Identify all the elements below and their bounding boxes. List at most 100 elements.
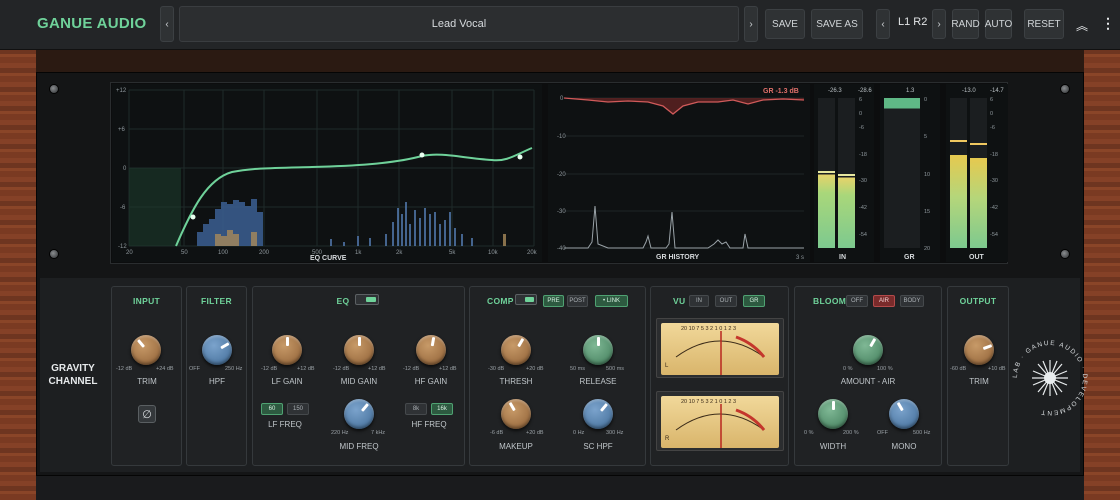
thresh-knob[interactable]	[501, 335, 531, 365]
gr-y-label: -20	[557, 172, 566, 178]
mid-gain-label: MID GAIN	[340, 377, 378, 386]
makeup-knob[interactable]	[501, 399, 531, 429]
vu-section: VU IN OUT GR 20 10 7 5 3 2 1 0 1 2 3 L 2…	[650, 286, 789, 466]
hf-freq-16k-button[interactable]: 16k	[431, 403, 453, 415]
eq-x-label: 2k	[396, 250, 403, 256]
comp-post-button[interactable]: POST	[567, 295, 588, 307]
hf-freq-label: HF FREQ	[411, 420, 447, 429]
out-scale-label: -30	[990, 178, 998, 184]
range-min: -30 dB	[488, 366, 505, 372]
release-knob[interactable]	[583, 335, 613, 365]
hf-gain-knob[interactable]	[416, 335, 446, 365]
gr-x-end-label: 3 s	[796, 255, 804, 261]
range-min: 0 %	[804, 430, 814, 436]
wood-side-right	[1084, 50, 1120, 500]
eq-y-label: +6	[118, 127, 126, 133]
range-max: 100 %	[877, 366, 893, 372]
mono-knob[interactable]	[889, 399, 919, 429]
range-max: +10 dB	[988, 366, 1006, 372]
range-min: -60 dB	[950, 366, 967, 372]
slot-next-button[interactable]: ›	[932, 9, 946, 39]
bloom-amount-knob[interactable]	[853, 335, 883, 365]
save-as-button[interactable]: SAVE AS	[811, 9, 863, 39]
rack-screw	[1060, 249, 1070, 259]
menu-icon[interactable]: ⋮	[1101, 15, 1115, 32]
slot-prev-button[interactable]: ‹	[876, 9, 890, 39]
bloom-body-button[interactable]: BODY	[900, 295, 924, 307]
bloom-amount-label: AMOUNT - AIR	[840, 377, 896, 386]
mono-label: MONO	[891, 442, 917, 451]
out-scale-label: -18	[990, 152, 998, 158]
width-knob[interactable]	[818, 399, 848, 429]
eq-curve-display[interactable]: +12 +6 0 -6 -12 20 50 100 200 500 1k 2k …	[112, 84, 542, 262]
range-max: 500 Hz	[913, 430, 931, 436]
makeup-label: MAKEUP	[499, 442, 533, 451]
output-trim-label: TRIM	[969, 377, 989, 386]
bloom-air-button[interactable]: AIR	[873, 295, 895, 307]
vu-out-button[interactable]: OUT	[715, 295, 737, 307]
mid-gain-knob[interactable]	[344, 335, 374, 365]
wood-top-strip	[36, 50, 1084, 72]
bloom-section: BLOOM OFF AIR BODY 0 % 100 % AMOUNT - AI…	[794, 286, 942, 466]
input-trim-knob[interactable]	[131, 335, 161, 365]
reset-button[interactable]: RESET	[1024, 9, 1064, 39]
product-name: GRAVITY CHANNEL	[46, 362, 100, 388]
hf-gain-label: HF GAIN	[414, 377, 448, 386]
brand-badge-logo: LAB · GANUE AUDIO · DEVELOPMENT	[1012, 340, 1087, 416]
gr-y-label: -40	[557, 246, 566, 252]
vu-gr-button[interactable]: GR	[743, 295, 765, 307]
eq-section: EQ -12 dB +12 dB LF GAIN -12 dB +12 dB M…	[252, 286, 465, 466]
preset-name-field[interactable]: Lead Vocal	[179, 6, 739, 42]
save-button[interactable]: SAVE	[765, 9, 805, 39]
bloom-off-button[interactable]: OFF	[846, 295, 868, 307]
prev-preset-button[interactable]: ‹	[160, 6, 174, 42]
vu-in-button[interactable]: IN	[689, 295, 709, 307]
mid-freq-knob[interactable]	[344, 399, 374, 429]
eq-enable-toggle[interactable]	[355, 294, 379, 305]
preset-name: Lead Vocal	[431, 18, 487, 30]
range-max: 200 %	[843, 430, 859, 436]
range-max: +20 dB	[526, 430, 544, 436]
lf-freq-60-button[interactable]: 60	[261, 403, 283, 415]
comp-enable-toggle[interactable]	[515, 294, 537, 305]
rack-screw	[49, 84, 59, 94]
comp-pre-button[interactable]: PRE	[543, 295, 564, 307]
top-bar: GANUE AUDIO ‹ Lead Vocal › SAVE SAVE AS …	[0, 0, 1120, 50]
filter-section: FILTER OFF 250 Hz HPF	[186, 286, 247, 466]
next-preset-button[interactable]: ›	[744, 6, 758, 42]
collapse-icon[interactable]: ︽	[1076, 17, 1088, 34]
vu-meter-right: 20 10 7 5 3 2 1 0 1 2 3 R	[656, 391, 784, 451]
hpf-knob[interactable]	[202, 335, 232, 365]
output-title: OUTPUT	[959, 296, 997, 306]
hf-freq-8k-button[interactable]: 8k	[405, 403, 427, 415]
gr-scale-label: 10	[924, 172, 930, 178]
output-trim-knob[interactable]	[964, 335, 994, 365]
gr-y-label: -10	[557, 134, 566, 140]
in-scale-label: -42	[859, 205, 867, 211]
range-min: -6 dB	[490, 430, 504, 436]
eq-x-label: 200	[259, 250, 270, 256]
range-min: -12 dB	[116, 366, 133, 372]
phase-invert-button[interactable]: ∅	[138, 405, 156, 423]
out-scale-label: -54	[990, 232, 998, 238]
range-min: -12 dB	[261, 366, 278, 372]
gr-scale-label: 0	[924, 97, 927, 103]
width-label: WIDTH	[819, 442, 847, 451]
range-min: OFF	[189, 366, 200, 372]
range-max: 7 kHz	[371, 430, 386, 436]
rand-button[interactable]: RAND	[951, 9, 980, 39]
sc-hpf-knob[interactable]	[583, 399, 613, 429]
comp-link-button[interactable]: • LINK	[595, 295, 628, 307]
ab-slot-label: L1 R2	[898, 16, 928, 28]
lf-gain-knob[interactable]	[272, 335, 302, 365]
in-meter-label: IN	[839, 254, 846, 261]
auto-button[interactable]: AUTO	[985, 9, 1012, 39]
lf-freq-150-button[interactable]: 150	[287, 403, 309, 415]
eq-title: EQ	[336, 296, 350, 306]
eq-curve-label: EQ CURVE	[310, 255, 347, 262]
range-min: 0 Hz	[573, 430, 585, 436]
eq-x-label: 1k	[355, 250, 362, 256]
comp-section: COMP PRE POST • LINK -30 dB +20 dB THRES…	[469, 286, 646, 466]
gr-history-display: 0 -10 -20 -30 -40 3 s GR -1.3 dB GR HIST…	[548, 84, 810, 262]
eq-x-label: 5k	[449, 250, 456, 256]
